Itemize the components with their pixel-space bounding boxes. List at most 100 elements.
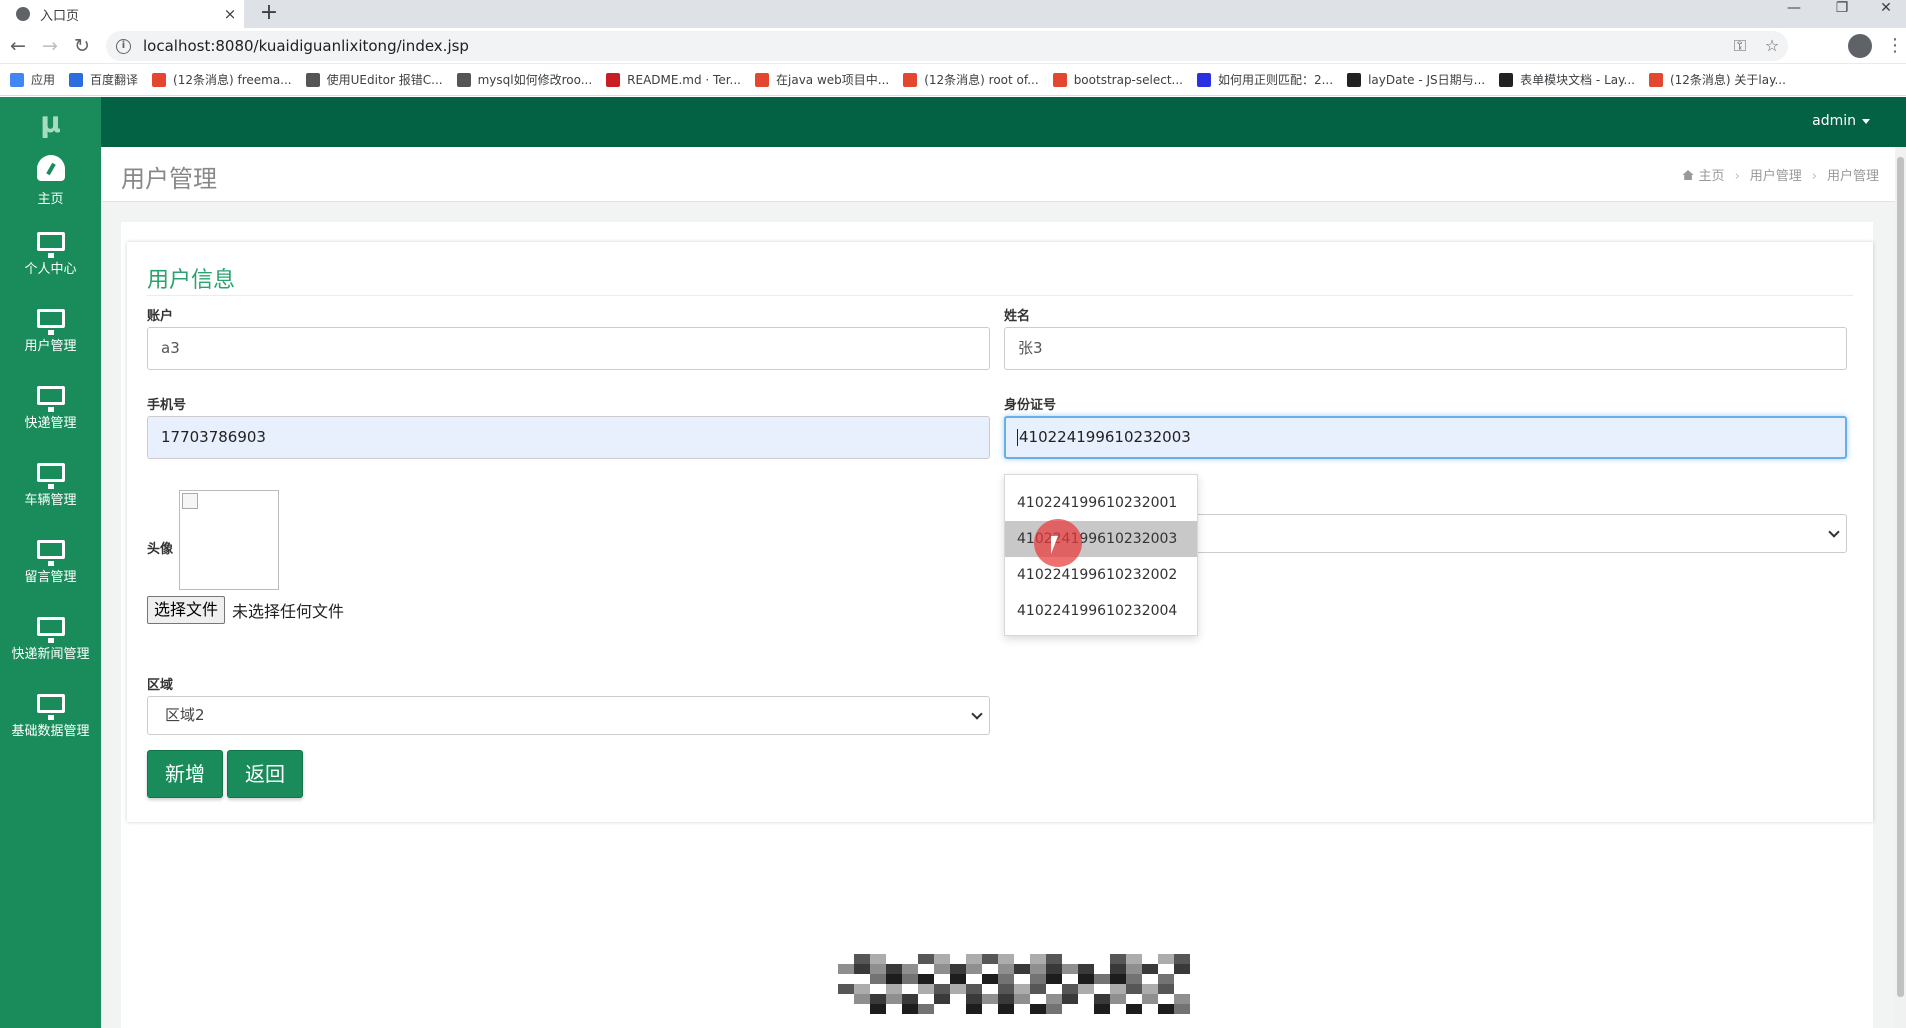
bookmark-star-icon[interactable]: ☆ — [1756, 31, 1788, 61]
watermark-pixel — [1046, 1004, 1062, 1014]
user-name: admin — [1812, 113, 1856, 129]
watermark-pixel — [838, 964, 854, 974]
sidebar-item-2[interactable]: 用户管理 — [0, 301, 101, 378]
sidebar-item-5[interactable]: 留言管理 — [0, 532, 101, 609]
bookmark-label: 应用 — [31, 73, 56, 87]
bookmark-label: 百度翻译 — [90, 73, 139, 87]
reload-icon[interactable]: ↻ — [68, 33, 96, 59]
site-info-icon[interactable]: i — [116, 38, 131, 54]
new-tab-button[interactable]: + — [255, 1, 283, 25]
bookmark-label: mysql如何修改roo... — [477, 73, 593, 87]
breadcrumb-current: 用户管理 — [1826, 169, 1879, 184]
watermark-pixel — [1014, 964, 1030, 974]
scrollbar-thumb[interactable] — [1897, 157, 1904, 997]
bookmark-item[interactable]: 表单模块文档 - Lay... — [1499, 71, 1635, 88]
minimize-icon[interactable]: — — [1770, 0, 1818, 28]
watermark-pixel — [870, 994, 886, 1004]
autocomplete-option[interactable]: 410224199610232004 — [1005, 593, 1197, 629]
watermark-pixel — [1110, 974, 1126, 984]
user-info-card: 用户信息 账户 a3 姓名 张3 手机号 17703786903 身份证号 41… — [127, 242, 1873, 822]
watermark-pixel — [1158, 974, 1174, 984]
phone-input[interactable]: 17703786903 — [147, 416, 990, 459]
breadcrumb: 主页 › 用户管理 › 用户管理 — [1682, 165, 1879, 184]
watermark-pixel — [902, 964, 918, 974]
sidebar-item-label: 基础数据管理 — [11, 724, 90, 739]
idcard-input[interactable]: 410224199610232003 — [1004, 416, 1847, 459]
bookmark-item[interactable]: 在java web项目中... — [755, 71, 889, 88]
page-header: 用户管理 主页 › 用户管理 › 用户管理 — [101, 147, 1895, 202]
key-icon[interactable]: ⚿ — [1724, 31, 1756, 61]
sidebar-item-7[interactable]: 基础数据管理 — [0, 686, 101, 763]
address-bar-row: ← → ↻ i localhost:8080/kuaidiguanlixiton… — [0, 28, 1906, 64]
bookmarks-bar: 应用 百度翻译 (12条消息) freema... 使用UEditor 报错C... m… — [0, 64, 1906, 96]
bookmark-item[interactable]: 百度翻译 — [69, 71, 138, 88]
region-select[interactable]: 区域2 — [147, 696, 990, 735]
sidebar-item-4[interactable]: 车辆管理 — [0, 455, 101, 532]
breadcrumb-level-1[interactable]: 用户管理 — [1750, 169, 1802, 184]
watermark-pixel — [1110, 984, 1126, 994]
url-field[interactable]: i localhost:8080/kuaidiguanlixitong/inde… — [106, 31, 1788, 61]
profile-avatar-icon[interactable] — [1848, 34, 1872, 58]
breadcrumb-separator: › — [1734, 169, 1740, 184]
forward-icon[interactable]: → — [36, 33, 64, 59]
sidebar-item-3[interactable]: 快递管理 — [0, 378, 101, 455]
watermark-pixel — [982, 994, 998, 1004]
watermark-pixel — [1046, 994, 1062, 1004]
name-input[interactable]: 张3 — [1004, 327, 1847, 370]
autocomplete-option[interactable]: 410224199610232001 — [1005, 485, 1197, 521]
top-navbar: admin — [101, 97, 1906, 147]
watermark-pixel — [1046, 954, 1062, 964]
watermark-pixel — [902, 974, 918, 984]
monitor-icon — [36, 540, 65, 566]
sidebar-item-0[interactable]: 主页 — [0, 147, 101, 224]
card-title: 用户信息 — [147, 268, 236, 293]
page-scrollbar[interactable] — [1895, 147, 1906, 1028]
bookmark-item[interactable]: (12条消息) 关于lay... — [1648, 71, 1786, 88]
bookmark-apps[interactable]: 应用 — [10, 71, 55, 88]
browser-menu-icon[interactable]: ⋮ — [1886, 34, 1904, 58]
bookmark-item[interactable]: 使用UEditor 报错C... — [305, 71, 443, 88]
back-icon[interactable]: ← — [4, 33, 32, 59]
tab-close-icon[interactable]: × — [216, 5, 244, 23]
choose-file-button[interactable]: 选择文件 — [147, 596, 226, 624]
bookmark-item[interactable]: (12条消息) root of... — [903, 71, 1039, 88]
restore-icon[interactable]: ❐ — [1818, 0, 1866, 28]
file-status-text: 未选择任何文件 — [232, 602, 345, 621]
bookmark-item[interactable]: bootstrap-select... — [1052, 72, 1183, 87]
bookmark-favicon-icon — [1052, 72, 1067, 87]
watermark-pixel — [838, 984, 854, 994]
bookmark-item[interactable]: 如何用正则匹配：2... — [1196, 71, 1333, 88]
autocomplete-option[interactable]: 410224199610232002 — [1005, 557, 1197, 593]
account-input[interactable]: a3 — [147, 327, 990, 370]
add-button[interactable]: 新增 — [147, 750, 223, 798]
caret-down-icon — [1862, 118, 1870, 124]
breadcrumb-home[interactable]: 主页 — [1699, 169, 1725, 184]
watermark-pixel — [854, 984, 870, 994]
watermark-pixel — [918, 974, 934, 984]
bookmark-favicon-icon — [456, 72, 471, 87]
bookmark-item[interactable]: mysql如何修改roo... — [456, 71, 593, 88]
back-button[interactable]: 返回 — [227, 750, 303, 798]
text-caret — [1017, 429, 1018, 446]
window-close-icon[interactable]: ✕ — [1862, 0, 1906, 28]
phone-label: 手机号 — [147, 398, 187, 413]
bookmark-item[interactable]: README.md · Ter... — [606, 72, 741, 87]
watermark-pixel — [998, 974, 1014, 984]
bookmark-item[interactable]: (12条消息) freema... — [152, 71, 292, 88]
browser-tab[interactable]: 入口页 × — [0, 0, 244, 28]
region-label: 区域 — [147, 678, 174, 693]
idcard-label: 身份证号 — [1004, 398, 1057, 413]
sidebar-item-1[interactable]: 个人中心 — [0, 224, 101, 301]
tab-title: 入口页 — [40, 8, 80, 24]
bookmark-item[interactable]: layDate - JS日期与... — [1347, 71, 1485, 88]
brand-logo[interactable]: μ — [0, 97, 101, 147]
monitor-icon — [36, 694, 65, 720]
idcard-input-value: 410224199610232003 — [1019, 428, 1191, 446]
user-menu[interactable]: admin — [1812, 113, 1870, 129]
watermark-pixel — [1062, 994, 1078, 1004]
apps-grid-icon — [10, 72, 24, 87]
watermark-pixel — [886, 964, 902, 974]
watermark-pixel — [982, 974, 998, 984]
sidebar-item-6[interactable]: 快递新闻管理 — [0, 609, 101, 686]
watermark-pixel — [1126, 964, 1142, 974]
